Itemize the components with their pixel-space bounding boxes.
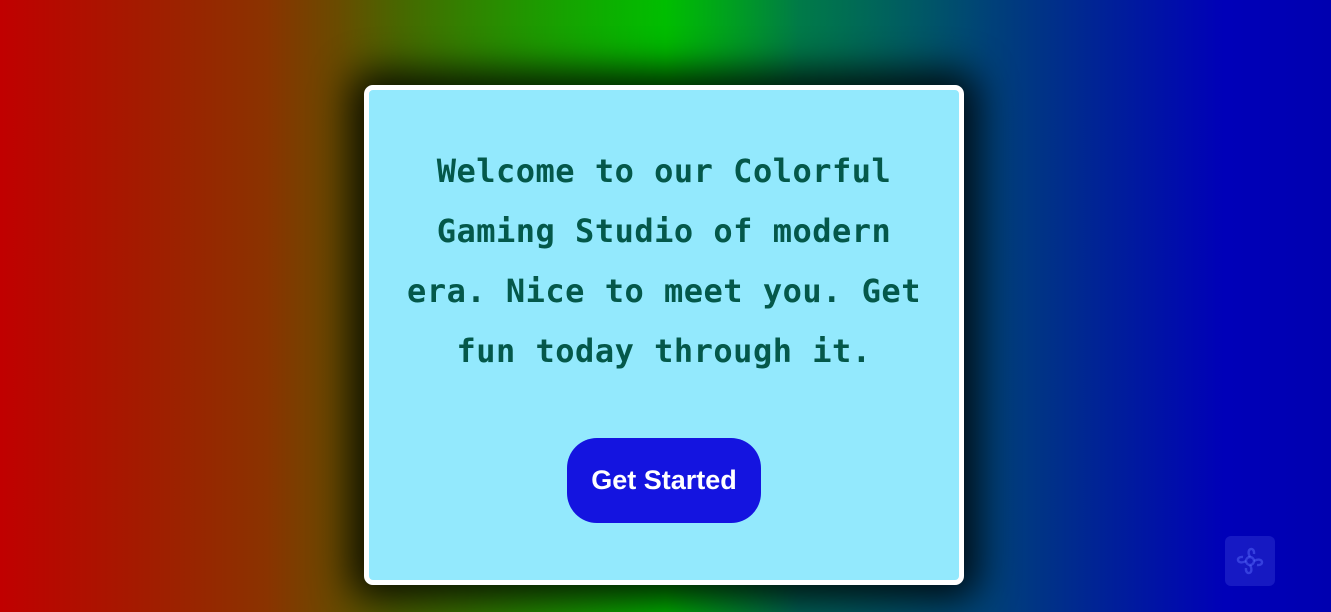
welcome-card: Welcome to our Colorful Gaming Studio of… xyxy=(364,85,964,585)
flower-logo-svg xyxy=(1236,547,1264,575)
flower-logo-icon xyxy=(1225,536,1275,586)
get-started-button[interactable]: Get Started xyxy=(567,438,761,523)
welcome-message: Welcome to our Colorful Gaming Studio of… xyxy=(407,152,921,370)
